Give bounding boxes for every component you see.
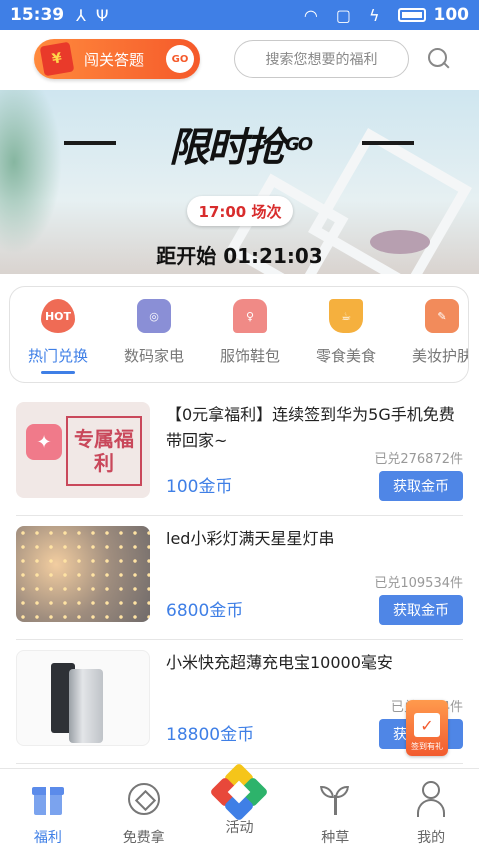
banner-divider xyxy=(362,141,414,145)
nav-label: 我的 xyxy=(417,830,446,846)
battery-percent: 100 xyxy=(433,5,470,25)
product-image xyxy=(16,526,150,622)
banner-divider xyxy=(64,141,116,145)
get-coins-button[interactable]: 获取金币 xyxy=(379,595,463,625)
category-clothing[interactable]: ♀ 服饰鞋包 xyxy=(202,299,298,382)
user-icon xyxy=(413,781,449,817)
status-bar: 15:39 ⅄ Ψ ◠ ▢ ϟ 100 xyxy=(0,0,479,30)
category-label: 热门兑换 xyxy=(27,347,88,365)
coffee-icon: ☕ xyxy=(329,299,363,333)
dress-icon: ♀ xyxy=(233,299,267,333)
nav-welfare[interactable]: 福利 xyxy=(0,769,96,852)
get-coins-button[interactable]: 获取金币 xyxy=(379,471,463,501)
product-title: led小彩灯满天星星灯串 xyxy=(166,529,335,548)
quiz-button[interactable]: ¥ 闯关答题 GO xyxy=(34,39,200,79)
sign-in-label: 签到有礼 xyxy=(411,742,443,751)
countdown: 距开始 01:21:03 xyxy=(156,244,323,268)
washing-machine-icon: ◎ xyxy=(137,299,171,333)
product-image xyxy=(16,650,150,746)
coin-icon xyxy=(126,781,162,817)
power-bank-icon xyxy=(69,669,103,743)
active-underline xyxy=(41,371,75,374)
bird-icon: ✦ xyxy=(26,424,62,460)
sprout-icon xyxy=(317,781,353,817)
product-sold: 已兑276872件 xyxy=(374,452,463,467)
list-item[interactable]: ✦ 专属福利 【0元拿福利】连续签到华为5G手机免费带回家~ 已兑276872件… xyxy=(16,396,463,516)
string-lights-decoration xyxy=(16,526,150,622)
session-badge: 17:00 场次 xyxy=(187,196,293,226)
status-time: 15:39 xyxy=(10,5,65,25)
category-label: 服饰鞋包 xyxy=(219,347,280,365)
product-price: 18800金币 xyxy=(166,725,255,745)
usb-icon: Ψ xyxy=(95,5,109,25)
list-item[interactable]: led小彩灯满天星星灯串 已兑109534件 6800金币 获取金币 xyxy=(16,520,463,640)
product-price: 100金币 xyxy=(166,477,233,497)
category-digital[interactable]: ◎ 数码家电 xyxy=(106,299,202,382)
category-label: 美妆护肤 xyxy=(411,347,469,365)
quiz-label: 闯关答题 xyxy=(84,50,145,69)
gift-icon xyxy=(30,781,66,817)
category-hot[interactable]: HOT 热门兑换 xyxy=(10,299,106,382)
banner-title: 限时抢 GO xyxy=(150,114,330,174)
search-placeholder: 搜索您想要的福利 xyxy=(265,52,378,68)
screen-icon: ▢ xyxy=(335,5,351,25)
search-input[interactable]: 搜索您想要的福利 xyxy=(234,40,409,78)
nav-activity[interactable]: 活动 xyxy=(192,762,288,852)
network-icon: ⅄ xyxy=(76,5,86,25)
banner-title-text: 限时抢 xyxy=(168,125,285,171)
wifi-icon: ◠ xyxy=(303,5,318,25)
category-label: 数码家电 xyxy=(123,347,184,365)
category-beauty[interactable]: ✎ 美妆护肤 xyxy=(394,299,469,382)
nav-free[interactable]: 免费拿 xyxy=(96,769,192,852)
product-title: 【0元拿福利】连续签到华为5G手机免费带回家~ xyxy=(166,405,455,450)
product-title: 小米快充超薄充电宝10000毫安 xyxy=(166,653,393,672)
nav-label: 种草 xyxy=(321,830,350,846)
hot-icon: HOT xyxy=(41,299,75,333)
category-label: 零食美食 xyxy=(315,347,376,365)
list-item[interactable]: 小米快充超薄充电宝10000毫安 已兑1494件 18800金币 获取金币 xyxy=(16,644,463,764)
bottom-nav: 福利 免费拿 活动 种草 我的 xyxy=(0,762,479,852)
product-price: 6800金币 xyxy=(166,601,244,621)
product-image-tag: 专属福利 xyxy=(66,416,142,486)
category-bar: HOT 热门兑换 ◎ 数码家电 ♀ 服饰鞋包 ☕ 零食美食 ✎ 美妆护肤 xyxy=(9,286,469,383)
nav-label: 福利 xyxy=(33,830,62,846)
nav-label: 免费拿 xyxy=(122,830,165,846)
category-snacks[interactable]: ☕ 零食美食 xyxy=(298,299,394,382)
product-image: ✦ 专属福利 xyxy=(16,402,150,498)
charging-icon: ϟ xyxy=(368,5,380,25)
makeup-icon: ✎ xyxy=(425,299,459,333)
go-badge: GO xyxy=(166,45,194,73)
activity-icon xyxy=(209,762,270,822)
red-envelope-icon: ¥ xyxy=(39,41,75,77)
nav-grass[interactable]: 种草 xyxy=(287,769,383,852)
battery-icon xyxy=(397,8,426,22)
product-sold: 已兑109534件 xyxy=(374,576,463,591)
flash-sale-banner[interactable]: 限时抢 GO 17:00 场次 距开始 01:21:03 xyxy=(0,90,479,274)
sign-in-reward-button[interactable]: ✓ 签到有礼 xyxy=(406,700,448,756)
nav-mine[interactable]: 我的 xyxy=(383,769,479,852)
banner-title-go: GO xyxy=(284,133,313,155)
calendar-check-icon: ✓ xyxy=(414,713,440,737)
search-icon[interactable] xyxy=(427,47,451,71)
header: ¥ 闯关答题 GO 搜索您想要的福利 xyxy=(0,30,479,88)
